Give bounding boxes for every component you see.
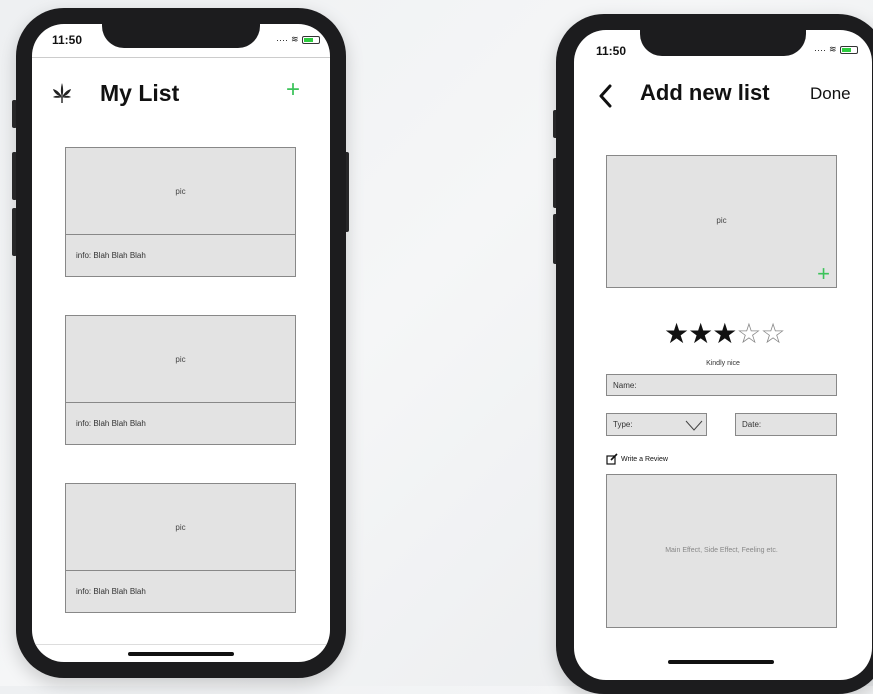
star-filled-icon[interactable]: ★ bbox=[688, 318, 713, 349]
left-phone-frame: 11:50 ···· ≋ My List + pic info: Blah Bl… bbox=[16, 8, 346, 678]
card-image-placeholder: pic bbox=[66, 316, 295, 403]
notch bbox=[640, 30, 806, 56]
star-rating[interactable]: ★★★☆☆ bbox=[664, 318, 786, 349]
signal-icon: ···· bbox=[814, 44, 826, 55]
notch bbox=[102, 24, 260, 48]
edit-icon bbox=[606, 453, 618, 465]
review-textarea[interactable]: Main Effect, Side Effect, Feeling etc. bbox=[606, 474, 837, 628]
photo-placeholder[interactable]: pic + bbox=[606, 155, 837, 288]
list-item[interactable]: pic info: Blah Blah Blah bbox=[65, 315, 296, 445]
nav-divider bbox=[32, 57, 330, 58]
write-review-text: Write a Review bbox=[621, 455, 668, 463]
status-icons: ···· ≋ bbox=[814, 44, 858, 55]
card-info: info: Blah Blah Blah bbox=[76, 587, 146, 596]
card-info: info: Blah Blah Blah bbox=[76, 419, 146, 428]
battery-icon bbox=[301, 35, 320, 44]
signal-icon: ···· bbox=[276, 34, 288, 45]
card-image-placeholder: pic bbox=[66, 484, 295, 571]
leaf-icon bbox=[53, 83, 71, 103]
star-filled-icon[interactable]: ★ bbox=[712, 318, 737, 349]
star-empty-icon[interactable]: ☆ bbox=[736, 318, 761, 349]
page-title: Add new list bbox=[640, 80, 770, 105]
home-indicator[interactable] bbox=[128, 652, 234, 656]
chevron-down-icon bbox=[685, 420, 703, 431]
battery-icon bbox=[839, 45, 858, 54]
card-info: info: Blah Blah Blah bbox=[76, 251, 146, 260]
back-button[interactable] bbox=[594, 80, 618, 114]
wifi-icon: ≋ bbox=[829, 44, 837, 54]
type-dropdown[interactable]: Type: bbox=[606, 413, 707, 436]
bottom-divider bbox=[32, 644, 330, 645]
type-label: Type: bbox=[613, 420, 633, 429]
right-phone-screen: 11:50 ···· ≋ Add new list Done pic + ★★★… bbox=[574, 30, 872, 680]
review-placeholder: Main Effect, Side Effect, Feeling etc. bbox=[665, 547, 778, 554]
page-title: My List bbox=[100, 80, 180, 106]
date-field[interactable]: Date: bbox=[735, 413, 837, 436]
list-item[interactable]: pic info: Blah Blah Blah bbox=[65, 147, 296, 277]
status-icons: ···· ≋ bbox=[276, 34, 320, 45]
left-phone-screen: 11:50 ···· ≋ My List + pic info: Blah Bl… bbox=[32, 24, 330, 662]
done-button[interactable]: Done bbox=[810, 84, 851, 104]
photo-label: pic bbox=[716, 216, 727, 225]
write-review-label[interactable]: Write a Review bbox=[606, 453, 668, 465]
status-time: 11:50 bbox=[596, 44, 627, 58]
status-time: 11:50 bbox=[52, 33, 83, 47]
add-button[interactable]: + bbox=[286, 78, 300, 102]
right-phone-frame: 11:50 ···· ≋ Add new list Done pic + ★★★… bbox=[556, 14, 873, 694]
star-empty-icon[interactable]: ☆ bbox=[760, 318, 785, 349]
wifi-icon: ≋ bbox=[291, 34, 299, 44]
star-filled-icon[interactable]: ★ bbox=[664, 318, 689, 349]
name-field[interactable]: Name: bbox=[606, 374, 837, 396]
home-indicator[interactable] bbox=[668, 660, 774, 664]
rating-caption: Kindly nice bbox=[706, 360, 740, 367]
card-image-placeholder: pic bbox=[66, 148, 295, 235]
add-photo-button[interactable]: + bbox=[817, 263, 830, 285]
chevron-left-icon bbox=[599, 84, 612, 108]
list-item[interactable]: pic info: Blah Blah Blah bbox=[65, 483, 296, 613]
